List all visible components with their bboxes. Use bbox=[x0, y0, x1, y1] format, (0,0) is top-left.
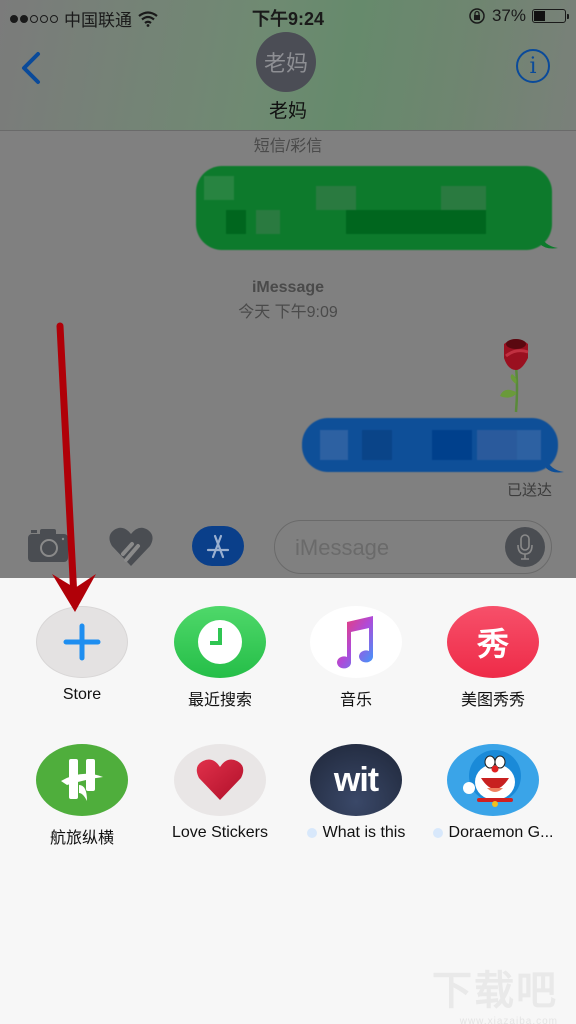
bubble-tail bbox=[540, 234, 558, 249]
watermark-text: 下载吧 bbox=[432, 969, 558, 1013]
plus-icon bbox=[36, 606, 128, 678]
wit-logo-icon: wit bbox=[310, 744, 402, 816]
battery-percent: 37% bbox=[491, 6, 526, 25]
back-button[interactable] bbox=[16, 48, 46, 88]
app-label: Doraemon G... bbox=[448, 824, 554, 841]
contact-avatar[interactable]: 老妈 bbox=[256, 32, 316, 92]
microphone-button[interactable] bbox=[505, 527, 545, 567]
camera-icon[interactable] bbox=[28, 528, 70, 562]
sent-imessage-bubble[interactable] bbox=[302, 418, 558, 472]
app-label: 音乐 bbox=[339, 692, 372, 709]
app-label: What is this bbox=[322, 824, 406, 841]
rose-sticker[interactable] bbox=[498, 334, 534, 414]
imessage-service-label: iMessage bbox=[251, 279, 325, 296]
new-app-dot bbox=[432, 828, 443, 838]
new-app-dot bbox=[306, 828, 317, 838]
app-label: Store bbox=[62, 686, 102, 703]
app-meitu[interactable]: 秀 美图秀秀 bbox=[428, 606, 558, 710]
app-what-is-this[interactable]: wit What is this bbox=[291, 744, 421, 842]
sent-sms-bubble[interactable] bbox=[196, 166, 552, 250]
digital-touch-heart-icon[interactable] bbox=[108, 526, 154, 566]
app-store-button[interactable] bbox=[192, 526, 244, 566]
clock-icon bbox=[174, 606, 266, 678]
battery-icon bbox=[532, 9, 569, 23]
app-music[interactable]: 音乐 bbox=[291, 606, 421, 710]
watermark: 下载吧 www.xiazaiba.com bbox=[432, 958, 558, 1024]
app-hanglv[interactable]: 航旅纵横 bbox=[17, 744, 147, 848]
conversation-area: 中国联通 下午9:24 37% 老妈 老妈 i 短信/彩信 iMessage 今… bbox=[0, 0, 576, 578]
info-icon: i bbox=[529, 53, 537, 79]
chevron-left-icon bbox=[22, 52, 40, 84]
app-label: 航旅纵横 bbox=[49, 830, 114, 847]
xiu-icon: 秀 bbox=[447, 606, 539, 678]
app-love-stickers[interactable]: Love Stickers bbox=[155, 744, 285, 842]
header-divider bbox=[0, 130, 576, 131]
input-placeholder: iMessage bbox=[295, 535, 390, 560]
app-store-icon bbox=[206, 534, 230, 559]
watermark-url: www.xiazaiba.com bbox=[459, 1016, 558, 1024]
app-recent-searches[interactable]: 最近搜索 bbox=[155, 606, 285, 710]
contact-name[interactable]: 老妈 bbox=[0, 96, 576, 123]
doraemon-icon bbox=[447, 744, 539, 816]
bubble-tail bbox=[546, 458, 564, 473]
music-note-icon bbox=[310, 606, 402, 678]
app-label: 美图秀秀 bbox=[460, 692, 525, 709]
heart-icon bbox=[174, 744, 266, 816]
app-label: Love Stickers bbox=[171, 824, 269, 841]
info-button[interactable]: i bbox=[516, 49, 550, 83]
delivery-status: 已送达 bbox=[506, 482, 552, 499]
message-timestamp: 今天 下午9:09 bbox=[238, 304, 338, 321]
app-doraemon[interactable]: Doraemon G... bbox=[428, 744, 558, 842]
sms-service-label: 短信/彩信 bbox=[253, 138, 323, 155]
imessage-input[interactable]: iMessage bbox=[274, 520, 552, 574]
hanglv-logo-icon bbox=[36, 744, 128, 816]
microphone-icon bbox=[517, 534, 533, 560]
status-bar: 中国联通 下午9:24 37% bbox=[0, 0, 576, 32]
app-store-launcher[interactable]: Store bbox=[17, 606, 147, 704]
rotation-lock-icon bbox=[469, 8, 485, 24]
app-label: 最近搜索 bbox=[187, 692, 252, 709]
